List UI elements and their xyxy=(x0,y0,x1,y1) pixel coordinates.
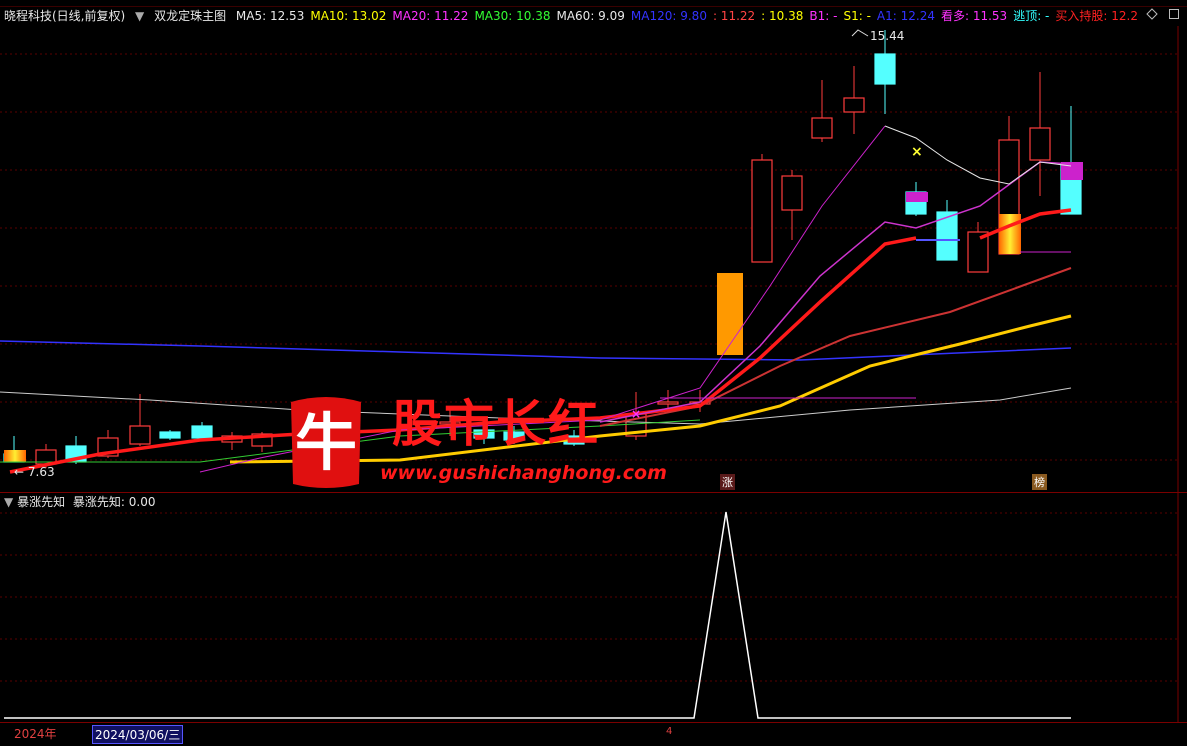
indicator-dropdown-icon[interactable]: ▼ xyxy=(4,495,13,509)
watermark-title: 股市长红 xyxy=(392,394,600,453)
buy-hold-line-2 xyxy=(979,208,1072,240)
indicator-dropdown-icon[interactable]: ▼ xyxy=(135,9,144,23)
signal-bar-orange xyxy=(717,273,743,355)
indicator-value-3: MA30: 10.38 xyxy=(474,9,551,23)
settings-diamond-icon[interactable] xyxy=(1146,8,1158,20)
indicator-value-5: MA120: 9.80 xyxy=(630,9,707,23)
indicator-spike-line xyxy=(4,511,1071,719)
stock-title[interactable]: 晓程科技(日线,前复权) xyxy=(4,9,125,23)
watermark-url: www.gushichanghong.com xyxy=(380,462,667,484)
indicator-panel-header: ▼ 暴涨先知 暴涨先知: 0.00 xyxy=(4,493,155,511)
signal-bar-gold xyxy=(4,450,26,462)
indicator-value-4: MA60: 9.09 xyxy=(556,9,625,23)
signal-x-marker: × xyxy=(631,407,641,421)
indicator-value-6: : 11.22 xyxy=(712,9,756,23)
candle-body xyxy=(751,159,773,263)
candle-body xyxy=(159,431,181,439)
indicator-value-9: S1: - xyxy=(843,9,871,23)
indicator-panel[interactable]: ▼ 暴涨先知 暴涨先知: 0.00 xyxy=(0,492,1187,723)
indicator-value-2: MA20: 11.22 xyxy=(392,9,469,23)
ranking-tag: 榜 xyxy=(1032,474,1047,490)
indicator-value-0: MA5: 12.53 xyxy=(235,9,305,23)
indicator-panel-name[interactable]: 暴涨先知 xyxy=(17,495,65,509)
high-pointer xyxy=(851,29,869,37)
indicator-value-13: 买入持股: 12.2 xyxy=(1055,9,1138,23)
axis-mark: 4 xyxy=(666,726,673,737)
indicator-value-7: : 10.38 xyxy=(761,9,804,23)
candle-body xyxy=(129,425,151,445)
cursor-date: 2024/03/06/三 xyxy=(92,725,184,744)
signal-bar-magenta xyxy=(906,192,928,202)
watermark-logo-char: 牛 xyxy=(295,406,357,479)
candle-body xyxy=(967,231,989,273)
signal-x-marker: × xyxy=(911,144,923,160)
indicator-chart[interactable] xyxy=(0,493,1187,723)
watermark-logo: 牛 xyxy=(281,392,371,492)
indicator-panel-value: 暴涨先知: 0.00 xyxy=(72,495,156,509)
candle-body xyxy=(657,401,679,405)
indicator-value-10: A1: 12.24 xyxy=(876,9,935,23)
limit-up-tag: 涨 xyxy=(720,474,735,490)
low-price-label: ← 7.63 xyxy=(14,465,55,479)
candle-body xyxy=(843,97,865,113)
indicator-values: MA5: 12.53 MA10: 13.02 MA20: 11.22 MA30: 10… xyxy=(236,9,1144,23)
maximize-icon[interactable] xyxy=(1168,8,1180,20)
candle-body xyxy=(811,117,833,139)
signal-bar-gold xyxy=(999,214,1021,254)
candle-body xyxy=(1029,127,1051,161)
main-chart-header: 晓程科技(日线,前复权) ▼ 双龙定珠主图 MA5: 12.53 MA10: 13… xyxy=(0,6,1187,26)
indicator-title[interactable]: 双龙定珠主图 xyxy=(154,9,226,23)
candle-body xyxy=(191,425,213,439)
indicator-value-11: 看多: 11.53 xyxy=(940,9,1008,23)
indicator-value-8: B1: - xyxy=(809,9,838,23)
date-axis: 2024年 2024/03/06/三 4 xyxy=(0,722,1187,746)
year-label: 2024年 xyxy=(14,727,57,741)
candle-body xyxy=(874,53,896,85)
indicator-value-12: 逃顶: - xyxy=(1013,9,1050,23)
candle-body xyxy=(781,175,803,211)
indicator-value-1: MA10: 13.02 xyxy=(310,9,387,23)
high-price-label: 15.44 xyxy=(870,29,904,43)
